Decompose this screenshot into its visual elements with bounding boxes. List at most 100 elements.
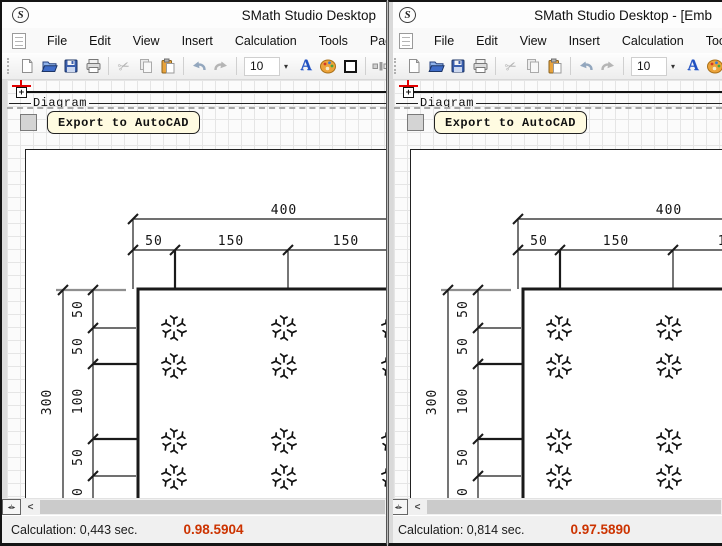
save-button[interactable] (60, 55, 82, 77)
undo-arrow-icon (190, 58, 208, 74)
paste-button[interactable] (544, 55, 566, 77)
font-size-combo[interactable]: 10 ▾ (244, 57, 292, 76)
open-button[interactable] (38, 55, 60, 77)
redo-button[interactable] (210, 55, 232, 77)
desktop: S SMath Studio Desktop File Edit View In… (0, 0, 722, 546)
toolbar-grip[interactable] (394, 58, 399, 74)
menu-edit[interactable]: Edit (465, 34, 509, 48)
palette-button[interactable] (704, 55, 722, 77)
font-size-value[interactable]: 10 (631, 57, 667, 76)
document-menu-icon[interactable] (12, 33, 26, 49)
collapsed-area-rule (27, 91, 386, 93)
undo-button[interactable] (575, 55, 597, 77)
menu-calculation[interactable]: Calculation (611, 34, 695, 48)
window-frame-edge (389, 2, 393, 543)
version-number: 0.98.5904 (183, 522, 243, 537)
toolbar-separator (108, 57, 109, 75)
diagram-canvas[interactable]: 400 50 150 150 300 50 50 100 50 50 (410, 149, 722, 498)
chevron-down-icon[interactable]: ▾ (280, 62, 292, 71)
scrollbar-track[interactable] (427, 500, 721, 514)
dim-label-50: 50 (456, 300, 471, 318)
status-bar: Calculation: 0,814 sec. 0.97.5890 (389, 515, 722, 543)
menu-calculation[interactable]: Calculation (224, 34, 308, 48)
menu-view[interactable]: View (509, 34, 558, 48)
font-color-button[interactable]: A (295, 55, 317, 77)
export-to-autocad-button[interactable]: Export to AutoCAD (47, 111, 200, 134)
dim-label-50: 50 (456, 337, 471, 355)
font-size-combo[interactable]: 10 ▾ (631, 57, 679, 76)
document-menu-icon[interactable] (399, 33, 413, 49)
menu-insert[interactable]: Insert (558, 34, 611, 48)
dim-label-50: 50 (530, 234, 548, 249)
copy-button[interactable] (135, 55, 157, 77)
dim-label-150: 150 (333, 234, 359, 249)
toolbar-separator (623, 57, 624, 75)
app-logo-icon: S (12, 7, 29, 23)
dim-label-50: 50 (71, 487, 86, 498)
toolbar: ✂ 10 ▾ A (389, 53, 722, 80)
dim-label-150: 150 (603, 234, 629, 249)
palette-icon (319, 58, 337, 74)
dim-label-50: 50 (145, 234, 163, 249)
pane-splitter-handle[interactable] (2, 499, 21, 515)
open-folder-icon (41, 58, 58, 74)
menu-tools[interactable]: Tools (695, 34, 722, 48)
copy-button[interactable] (522, 55, 544, 77)
export-checkbox[interactable] (20, 114, 37, 131)
horizontal-scrollbar: < (389, 498, 722, 515)
font-color-icon: A (687, 57, 699, 75)
undo-arrow-icon (577, 58, 595, 74)
scrollbar-track[interactable] (40, 500, 385, 514)
menu-insert[interactable]: Insert (171, 34, 224, 48)
open-folder-icon (428, 58, 445, 74)
paste-button[interactable] (157, 55, 179, 77)
toolbar-separator (365, 57, 366, 75)
copy-icon (525, 58, 541, 74)
diagram-canvas[interactable]: 400 50 150 150 300 50 50 100 50 50 (25, 149, 386, 498)
menu-pages[interactable]: Pages (359, 34, 387, 48)
dim-label-100: 100 (456, 388, 471, 414)
new-document-button[interactable] (403, 55, 425, 77)
export-checkbox[interactable] (407, 114, 424, 131)
calculation-time: Calculation: 0,443 sec. (11, 523, 137, 537)
cut-button[interactable]: ✂ (500, 55, 522, 77)
new-document-icon (406, 58, 422, 74)
menu-tools[interactable]: Tools (308, 34, 359, 48)
open-button[interactable] (425, 55, 447, 77)
title-bar[interactable]: S SMath Studio Desktop - [Emb (389, 2, 722, 28)
print-button[interactable] (82, 55, 104, 77)
new-document-button[interactable] (16, 55, 38, 77)
menu-view[interactable]: View (122, 34, 171, 48)
toolbar: ✂ 10 ▾ A (2, 53, 386, 80)
scroll-left-button[interactable]: < (21, 499, 40, 515)
worksheet[interactable]: + Diagram Export to AutoCAD (389, 80, 722, 498)
collapse-area-toggle[interactable]: + (403, 87, 414, 98)
title-bar[interactable]: S SMath Studio Desktop (2, 2, 386, 28)
toolbar-grip[interactable] (7, 58, 12, 74)
elements-button[interactable] (370, 55, 387, 77)
border-button[interactable] (339, 55, 361, 77)
paste-clipboard-icon (160, 58, 176, 74)
collapse-area-toggle[interactable]: + (16, 87, 27, 98)
toolbar-separator (570, 57, 571, 75)
font-size-value[interactable]: 10 (244, 57, 280, 76)
menu-file[interactable]: File (423, 34, 465, 48)
window-title: SMath Studio Desktop (29, 8, 380, 23)
chevron-down-icon[interactable]: ▾ (667, 62, 679, 71)
export-to-autocad-button[interactable]: Export to AutoCAD (434, 111, 587, 134)
undo-button[interactable] (188, 55, 210, 77)
menu-file[interactable]: File (36, 34, 78, 48)
dim-label-50: 50 (71, 448, 86, 466)
font-color-button[interactable]: A (682, 55, 704, 77)
collapsed-area-rule (414, 91, 722, 93)
save-button[interactable] (447, 55, 469, 77)
redo-button[interactable] (597, 55, 619, 77)
printer-icon (85, 58, 102, 74)
scroll-left-button[interactable]: < (408, 499, 427, 515)
cut-button[interactable]: ✂ (113, 55, 135, 77)
menu-edit[interactable]: Edit (78, 34, 122, 48)
print-button[interactable] (469, 55, 491, 77)
palette-button[interactable] (317, 55, 339, 77)
calculation-time: Calculation: 0,814 sec. (398, 523, 524, 537)
worksheet[interactable]: + Diagram Export to AutoCAD (2, 80, 386, 498)
